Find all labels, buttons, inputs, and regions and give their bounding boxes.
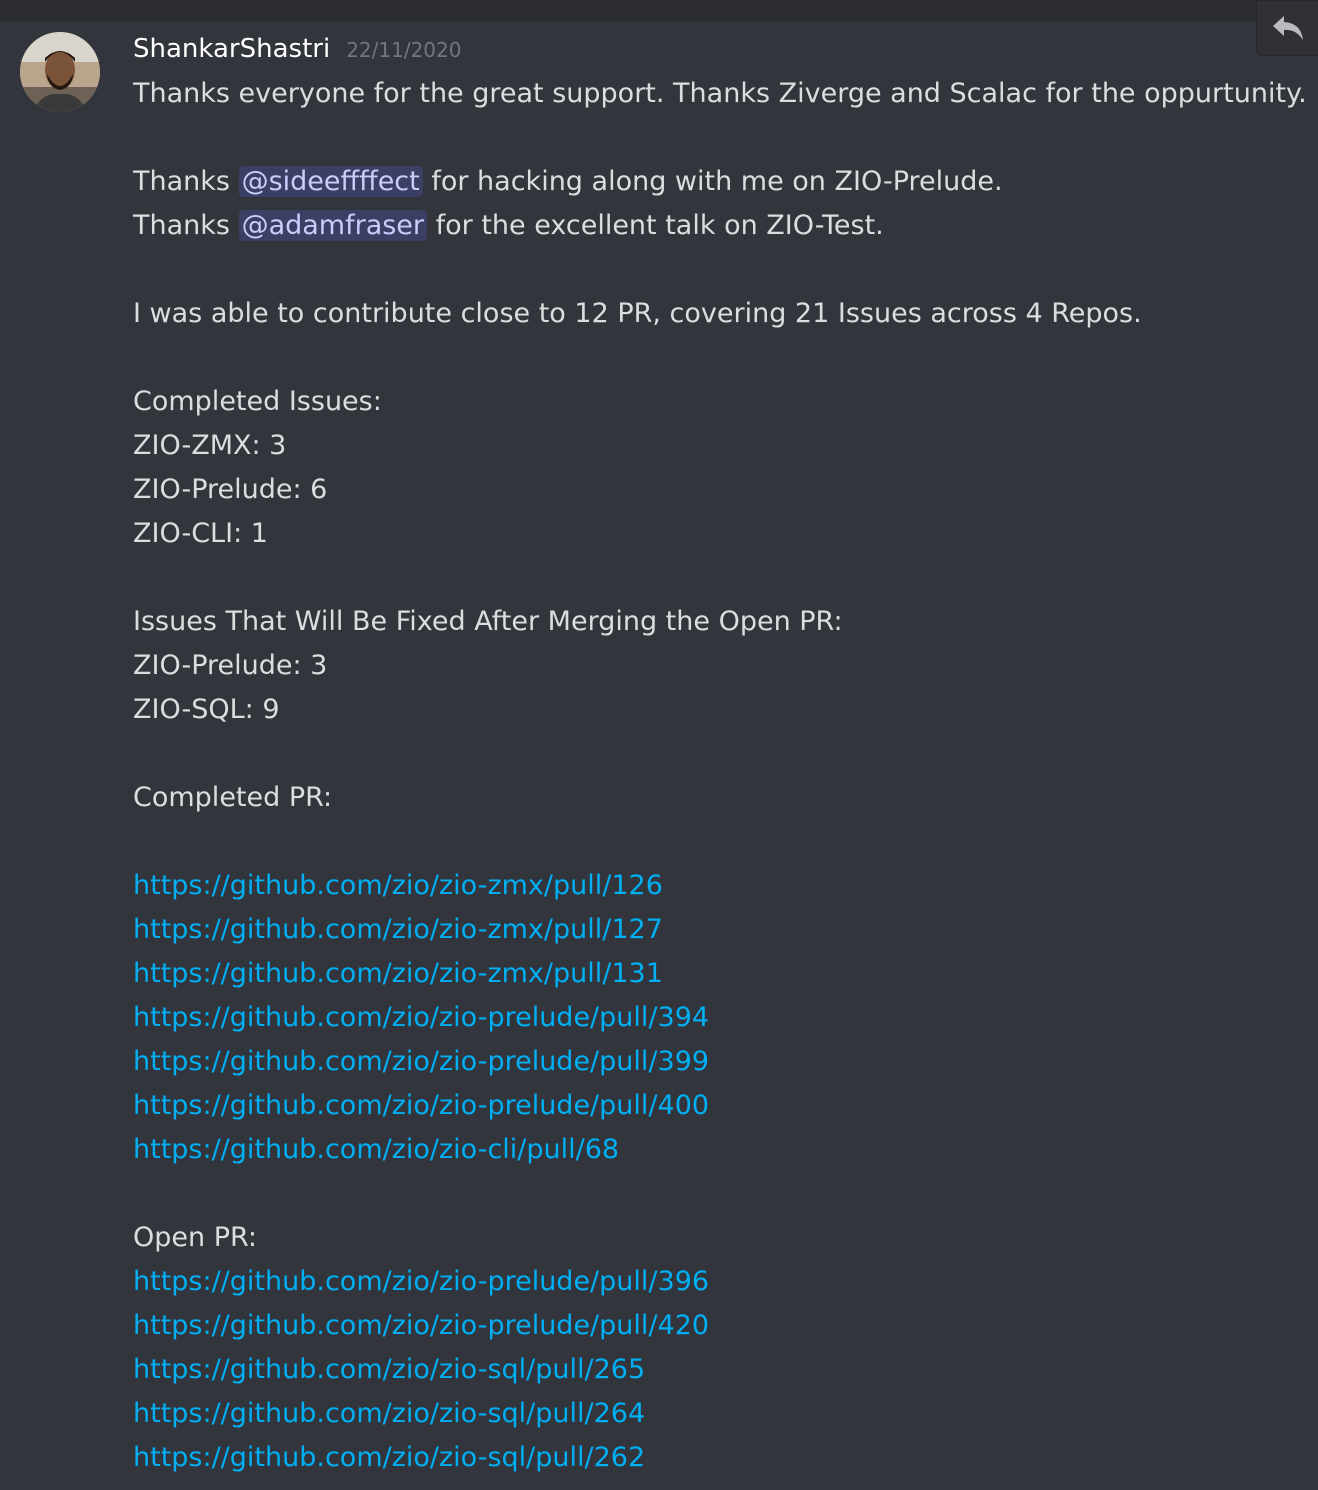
pr-link[interactable]: https://github.com/zio/zio-prelude/pull/…: [133, 1002, 709, 1033]
avatar-image: [20, 32, 100, 112]
thanks-prefix: Thanks: [133, 210, 230, 241]
pr-link[interactable]: https://github.com/zio/zio-sql/pull/262: [133, 1442, 645, 1473]
previous-message-edge: [0, 0, 1318, 22]
summary-text: I was able to contribute close to 12 PR,…: [133, 298, 1142, 329]
open-pr-heading: Open PR:: [133, 1222, 258, 1253]
completed-pr-heading: Completed PR:: [133, 782, 333, 813]
pr-link[interactable]: https://github.com/zio/zio-sql/pull/265: [133, 1354, 645, 1385]
pr-link[interactable]: https://github.com/zio/zio-prelude/pull/…: [133, 1046, 709, 1077]
thanks-prefix: Thanks: [133, 166, 230, 197]
reply-button[interactable]: [1256, 0, 1318, 56]
user-mention[interactable]: @sideeffffect: [238, 166, 423, 197]
open-issues-heading: Issues That Will Be Fixed After Merging …: [133, 606, 843, 637]
avatar[interactable]: [20, 32, 100, 112]
message-content: Thanks everyone for the great support. T…: [133, 72, 1307, 1480]
pr-link[interactable]: https://github.com/zio/zio-prelude/pull/…: [133, 1266, 709, 1297]
username[interactable]: ShankarShastri: [133, 34, 330, 64]
pr-link[interactable]: https://github.com/zio/zio-zmx/pull/126: [133, 870, 663, 901]
thanks-suffix: for hacking along with me on ZIO-Prelude…: [431, 166, 1003, 197]
pr-link[interactable]: https://github.com/zio/zio-zmx/pull/127: [133, 914, 663, 945]
issue-count-item: ZIO-ZMX: 3: [133, 430, 287, 461]
pr-link[interactable]: https://github.com/zio/zio-cli/pull/68: [133, 1134, 619, 1165]
timestamp: 22/11/2020: [346, 38, 462, 62]
intro-text: Thanks everyone for the great support. T…: [133, 78, 1307, 109]
pr-link[interactable]: https://github.com/zio/zio-zmx/pull/131: [133, 958, 663, 989]
pr-link[interactable]: https://github.com/zio/zio-sql/pull/264: [133, 1398, 645, 1429]
issue-count-item: ZIO-Prelude: 3: [133, 650, 328, 681]
chat-message: ShankarShastri 22/11/2020 Thanks everyon…: [0, 22, 1318, 1490]
pr-link[interactable]: https://github.com/zio/zio-prelude/pull/…: [133, 1310, 709, 1341]
issue-count-item: ZIO-CLI: 1: [133, 518, 268, 549]
message-header: ShankarShastri 22/11/2020: [133, 34, 461, 68]
pr-link[interactable]: https://github.com/zio/zio-prelude/pull/…: [133, 1090, 709, 1121]
issue-count-item: ZIO-Prelude: 6: [133, 474, 328, 505]
thanks-suffix: for the excellent talk on ZIO-Test.: [435, 210, 884, 241]
reply-icon: [1272, 16, 1303, 40]
issue-count-item: ZIO-SQL: 9: [133, 694, 280, 725]
user-mention[interactable]: @adamfraser: [238, 210, 428, 241]
thanks-line: Thanks @sideeffffect for hacking along w…: [133, 160, 1303, 204]
completed-issues-heading: Completed Issues:: [133, 386, 382, 417]
thanks-line: Thanks @adamfraser for the excellent tal…: [133, 204, 1303, 248]
